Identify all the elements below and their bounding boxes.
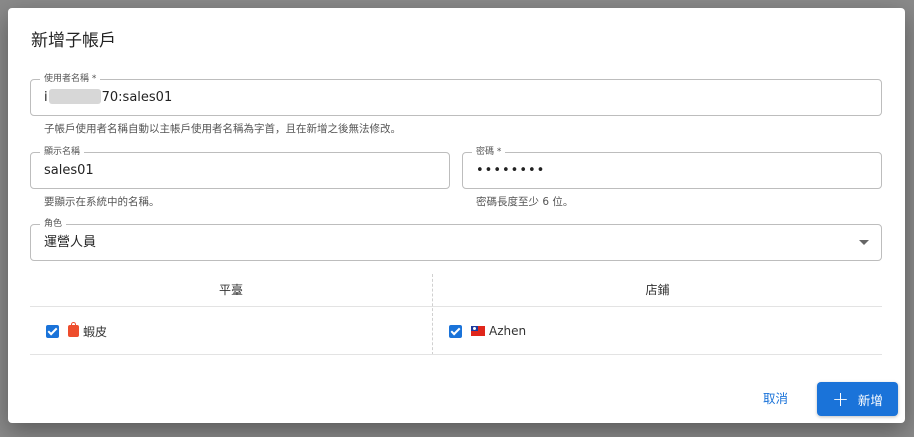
add-button-label: 新增 xyxy=(857,392,883,408)
plus-icon: + xyxy=(832,387,849,411)
platform-checkbox[interactable] xyxy=(46,324,59,338)
chevron-down-icon[interactable] xyxy=(859,240,869,245)
table-row-platform: 蝦皮 xyxy=(46,322,107,340)
add-button[interactable]: + 新增 xyxy=(817,382,898,416)
password-helper: 密碼長度至少 6 位。 xyxy=(476,196,574,208)
store-checkbox[interactable] xyxy=(449,324,462,338)
display-name-label: 顯示名稱 xyxy=(40,146,85,158)
username-field[interactable]: 使用者名稱 * i 70:sales01 xyxy=(30,73,882,116)
username-suffix: 70:sales01 xyxy=(101,90,173,105)
add-subaccount-dialog: 新增子帳戶 使用者名稱 * i 70:sales01 子帳戶使用者名稱自動以主帳戶… xyxy=(8,8,905,423)
table-header-store: 店鋪 xyxy=(645,283,670,297)
header-divider xyxy=(30,306,882,307)
username-helper: 子帳戶使用者名稱自動以主帳戶使用者名稱為字首，且在新增之後無法修改。 xyxy=(44,123,401,135)
display-name-value[interactable]: sales01 xyxy=(44,162,94,179)
username-value[interactable]: i 70:sales01 xyxy=(44,89,172,106)
username-prefix: i xyxy=(44,90,48,105)
platform-store-table: 平臺 店鋪 蝦皮 Azhen xyxy=(30,274,882,355)
redacted-block xyxy=(48,89,101,104)
role-select[interactable]: 角色 運營人員 xyxy=(30,218,882,261)
taiwan-flag-icon xyxy=(471,326,485,336)
role-value: 運營人員 xyxy=(44,235,97,250)
table-row-store: Azhen xyxy=(449,322,526,340)
password-label: 密碼 * xyxy=(472,146,506,158)
column-divider xyxy=(432,274,433,355)
platform-name: 蝦皮 xyxy=(83,324,108,339)
password-value[interactable]: •••••••• xyxy=(476,162,545,179)
dialog-title: 新增子帳戶 xyxy=(31,31,116,51)
role-label: 角色 xyxy=(40,218,67,230)
cancel-button[interactable]: 取消 xyxy=(755,387,796,411)
table-header-platform: 平臺 xyxy=(218,283,243,297)
table-bottom-divider xyxy=(30,354,882,355)
store-name: Azhen xyxy=(489,324,527,338)
password-field[interactable]: 密碼 * •••••••• xyxy=(462,146,882,189)
shopee-icon xyxy=(68,322,79,337)
display-name-helper: 要顯示在系統中的名稱。 xyxy=(44,196,160,208)
display-name-field[interactable]: 顯示名稱 sales01 xyxy=(30,146,450,189)
username-label: 使用者名稱 * xyxy=(40,73,101,85)
